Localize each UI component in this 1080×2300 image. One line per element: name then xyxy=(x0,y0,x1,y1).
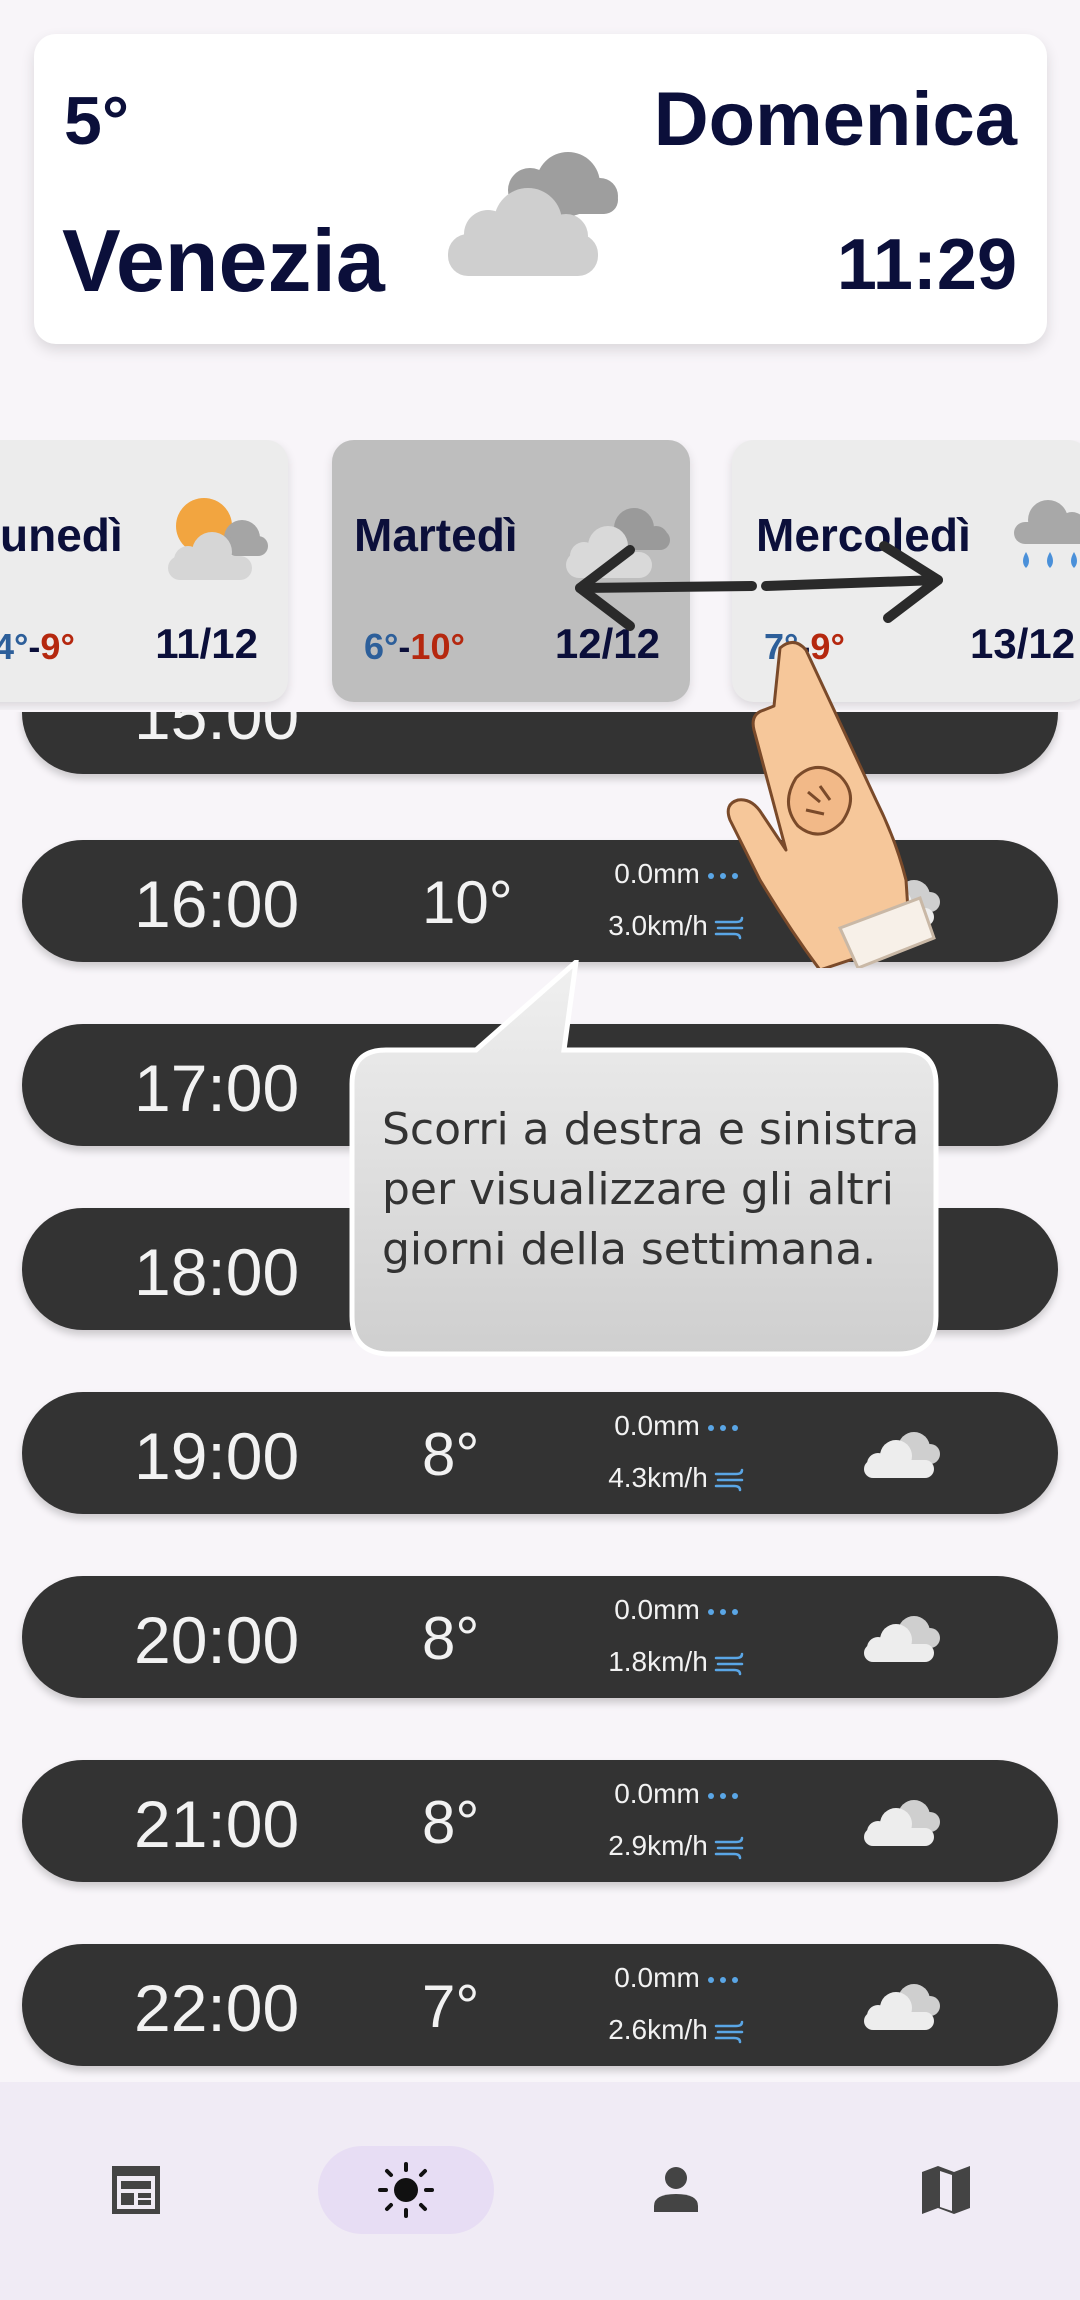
hour-temperature: 8° xyxy=(422,1789,480,1856)
city-name: Venezia xyxy=(62,211,385,310)
hour-precipitation: 0.0mm xyxy=(582,1778,772,1810)
cloudy-icon xyxy=(864,1616,940,1662)
wind-icon xyxy=(714,2020,744,2043)
hour-time: 20:00 xyxy=(134,1603,300,1677)
current-day: Domenica xyxy=(653,77,1017,162)
cloudy-icon xyxy=(864,1800,940,1846)
hour-wind: 1.8km/h xyxy=(582,1646,772,1678)
hour-precipitation: 0.0mm xyxy=(582,1962,772,1994)
hour-wind: 2.9km/h xyxy=(582,1830,772,1862)
wind-value: 1.8km/h xyxy=(608,1646,708,1677)
precipitation-value: 0.0mm xyxy=(614,1962,700,1993)
sun-icon xyxy=(378,2162,434,2218)
current-time: 11:29 xyxy=(836,225,1017,305)
rain-drops-icon xyxy=(707,1976,738,1983)
day-date: 13/12 xyxy=(970,620,1076,667)
hour-row: 22:00 7° 0.0mm 2.6km/h xyxy=(22,1944,1058,2066)
nav-news[interactable] xyxy=(48,2146,224,2234)
day-name: Martedì xyxy=(354,509,518,561)
nav-profile[interactable] xyxy=(588,2146,764,2234)
hour-time: 21:00 xyxy=(134,1787,300,1861)
day-name: unedì xyxy=(0,509,123,561)
wind-value: 2.9km/h xyxy=(608,1830,708,1861)
day-min-temp: 4° xyxy=(0,626,29,667)
day-max-temp: 9° xyxy=(40,626,75,667)
news-icon xyxy=(112,2166,160,2214)
pointing-hand-icon xyxy=(726,641,936,968)
hour-time: 15:00 xyxy=(134,712,300,753)
rain-drops-icon xyxy=(707,1608,738,1615)
hour-time: 16:00 xyxy=(134,867,300,941)
tutorial-text: Scorri a destra e sinistra per visualizz… xyxy=(382,1104,920,1275)
profile-icon xyxy=(654,2167,698,2212)
rain-drops-icon xyxy=(707,1792,738,1799)
hour-time: 18:00 xyxy=(134,1235,300,1309)
hour-temperature: 10° xyxy=(422,869,513,936)
hour-time: 19:00 xyxy=(134,1419,300,1493)
wind-value: 3.0km/h xyxy=(608,910,708,941)
day-min-temp: 6° xyxy=(364,626,399,667)
cloudy-icon xyxy=(864,1984,940,2030)
day-date: 11/12 xyxy=(155,620,258,667)
precipitation-value: 0.0mm xyxy=(614,1594,700,1625)
hour-time: 22:00 xyxy=(134,1971,300,2045)
current-temperature: 5° xyxy=(64,83,130,159)
precipitation-value: 0.0mm xyxy=(614,858,700,889)
rain-icon xyxy=(1014,500,1080,568)
hour-wind: 2.6km/h xyxy=(582,2014,772,2046)
tutorial-tooltip[interactable]: Scorri a destra e sinistra per visualizz… xyxy=(346,960,942,1360)
hour-temperature: 7° xyxy=(422,1973,480,2040)
hour-precipitation: 0.0mm xyxy=(582,1594,772,1626)
wind-value: 2.6km/h xyxy=(608,2014,708,2045)
day-temperature-range: 6°-10° xyxy=(364,626,465,667)
precipitation-value: 0.0mm xyxy=(614,1778,700,1809)
swipe-arrow-icon xyxy=(575,541,943,631)
hour-time: 17:00 xyxy=(134,1051,300,1125)
wind-value: 4.3km/h xyxy=(608,1462,708,1493)
day-max-temp: 10° xyxy=(410,626,465,667)
nav-weather[interactable] xyxy=(318,2146,494,2234)
current-weather-card: 5° Venezia Domenica 11:29 xyxy=(34,34,1047,344)
hour-precipitation: 0.0mm xyxy=(582,1410,772,1442)
hour-row: 20:00 8° 0.0mm 1.8km/h xyxy=(22,1576,1058,1698)
wind-icon xyxy=(714,1468,744,1491)
cloudy-icon xyxy=(864,1432,940,1478)
wind-icon xyxy=(714,1652,744,1675)
wind-icon xyxy=(714,1836,744,1859)
nav-map[interactable] xyxy=(858,2146,1034,2234)
bottom-navigation xyxy=(0,2082,1080,2300)
hour-wind: 4.3km/h xyxy=(582,1462,772,1494)
hour-row: 19:00 8° 0.0mm 4.3km/h xyxy=(22,1392,1058,1514)
hour-temperature: 8° xyxy=(422,1421,480,1488)
map-icon xyxy=(922,2166,970,2214)
day-card-monday[interactable]: unedì 4°-9° 11/12 xyxy=(0,440,288,702)
hour-row: 21:00 8° 0.0mm 2.9km/h xyxy=(22,1760,1058,1882)
partly-sunny-icon xyxy=(168,498,268,580)
precipitation-value: 0.0mm xyxy=(614,1410,700,1441)
hour-temperature: 8° xyxy=(422,1605,480,1672)
rain-drops-icon xyxy=(707,1424,738,1431)
cloudy-icon xyxy=(448,152,618,276)
day-temperature-range: 4°-9° xyxy=(0,626,75,668)
